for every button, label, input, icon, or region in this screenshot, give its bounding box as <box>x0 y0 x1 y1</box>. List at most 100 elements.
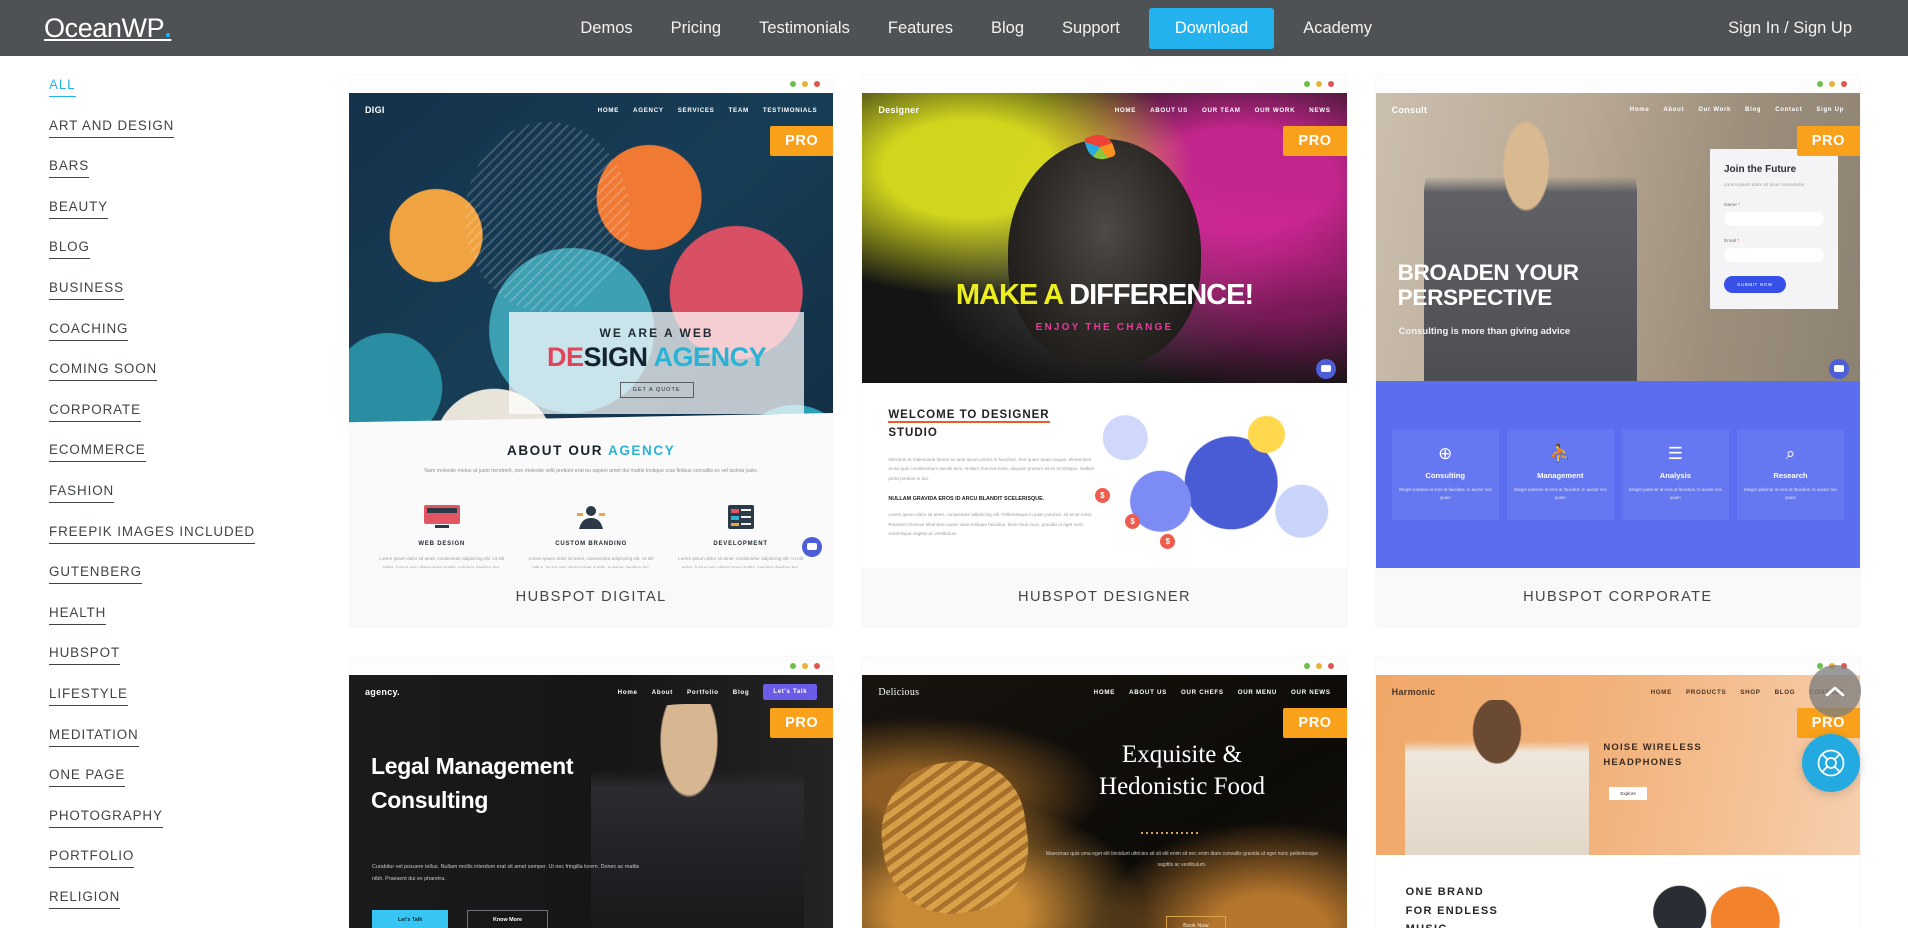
preview-menu-item: Home <box>617 688 638 696</box>
preview-headline-line1: Legal Management <box>371 753 574 780</box>
window-dot-green-icon <box>790 81 797 87</box>
window-dot-red-icon <box>814 663 821 669</box>
form-email-label: Email <box>1724 238 1736 244</box>
tile-name: Management <box>1537 470 1584 480</box>
sidebar-item-photography[interactable]: PHOTOGRAPHY <box>49 807 163 828</box>
demo-card-hubspot-digital[interactable]: DIGI HOME AGENCY SERVICES TEAM TESTIMONI… <box>349 75 834 627</box>
tile-text: Integer pulvinar at eros at faucibus. In… <box>1628 486 1722 500</box>
preview-feature-text: Lorem ipsum dolor sit amet, consectetur … <box>379 555 505 568</box>
preview-section-line1: ONE BRAND <box>1405 886 1484 898</box>
preview-headline-c: AGENCY <box>647 341 767 372</box>
preview-menu-item: BLOG <box>1774 688 1796 696</box>
scroll-to-top-button[interactable] <box>1809 665 1861 717</box>
preview-cta-button: GET A QUOTE <box>619 381 694 398</box>
sidebar-item-one-page[interactable]: ONE PAGE <box>49 766 126 788</box>
preview-section-line3: MUSIC <box>1406 923 1448 928</box>
preview-menu-item: AGENCY <box>633 106 664 114</box>
sidebar-item-blog[interactable]: BLOG <box>49 238 90 260</box>
preview-section-line2: FOR ENDLESS <box>1405 904 1499 917</box>
preview-headline-line2: PERSPECTIVE <box>1397 285 1553 311</box>
demo-preview-image: Delicious HOME ABOUT US OUR CHEFS OUR ME… <box>862 675 1347 928</box>
window-dot-green-icon <box>1303 81 1310 87</box>
browser-chrome-bar <box>349 75 834 93</box>
download-button[interactable]: Download <box>1148 7 1275 49</box>
nav-item-pricing[interactable]: Pricing <box>652 0 740 56</box>
sidebar-item-freepik-images-included[interactable]: FREEPIK IMAGES INCLUDED <box>49 523 255 544</box>
preview-paragraph: Maecenas quis urna eget elit tincidunt u… <box>1045 851 1319 868</box>
preview-headline-b: SIGN <box>583 341 649 372</box>
required-mark: * <box>1737 238 1740 244</box>
nav-item-support[interactable]: Support <box>1043 0 1139 56</box>
demo-card-delicious-restaurant[interactable]: Delicious HOME ABOUT US OUR CHEFS OUR ME… <box>862 657 1347 928</box>
preview-headline-a: DE <box>547 341 584 372</box>
sidebar-item-lifestyle[interactable]: LIFESTYLE <box>49 685 128 706</box>
sidebar-item-portfolio[interactable]: PORTFOLIO <box>49 847 135 869</box>
sidebar-item-gutenberg[interactable]: GUTENBERG <box>49 563 142 585</box>
preview-section-sub-text: Lorem ipsum dolor sit amet, consectetur … <box>888 511 1093 537</box>
preview-menu-item: HOME <box>597 106 620 114</box>
form-name-input <box>1724 211 1824 226</box>
preview-section-title-2: STUDIO <box>888 426 938 439</box>
sidebar-item-all[interactable]: ALL <box>49 76 76 97</box>
preview-section-title: WELCOME TO DESIGNER <box>888 409 1050 423</box>
nav-item-blog[interactable]: Blog <box>972 0 1043 56</box>
pro-badge: PRO <box>1283 708 1347 738</box>
preview-menu-item: TEAM <box>728 106 749 114</box>
nav-item-demos[interactable]: Demos <box>561 0 651 56</box>
preview-feature-icon <box>524 501 657 531</box>
sidebar-item-coming-soon[interactable]: COMING SOON <box>49 360 158 382</box>
nav-item-features[interactable]: Features <box>869 0 972 56</box>
nav-item-academy[interactable]: Academy <box>1284 0 1391 56</box>
preview-menu-item: Sign Up <box>1816 107 1844 113</box>
sidebar-item-religion[interactable]: RELIGION <box>49 888 121 909</box>
preview-menu-item: OUR NEWS <box>1291 688 1331 696</box>
sidebar-item-health[interactable]: HEALTH <box>49 604 107 625</box>
demo-card-legal-agency[interactable]: agency. Home About Portfolio Blog Let's … <box>349 657 834 928</box>
sidebar-item-business[interactable]: BUSINESS <box>49 279 124 300</box>
sidebar-item-hubspot[interactable]: HUBSPOT <box>49 644 121 666</box>
preview-headline-line2: Consulting <box>371 786 489 813</box>
site-logo[interactable]: OceanWP. <box>44 13 172 44</box>
sidebar-item-beauty[interactable]: BEAUTY <box>49 198 108 219</box>
demo-card-title: HUBSPOT DIGITAL <box>349 568 834 627</box>
sidebar-item-art-and-design[interactable]: ART AND DESIGN <box>49 117 175 138</box>
preview-brand: Consult <box>1391 105 1428 115</box>
chat-bubble-icon <box>1829 359 1849 379</box>
window-dot-green-icon <box>790 663 797 669</box>
sidebar-item-fashion[interactable]: FASHION <box>49 482 115 503</box>
sign-in-sign-up-link[interactable]: Sign In / Sign Up <box>1728 19 1864 38</box>
browser-chrome-bar <box>1375 75 1860 93</box>
preview-menu-item: About <box>1663 107 1685 113</box>
preview-feature-name: DEVELOPMENT <box>713 540 768 547</box>
demo-card-hubspot-designer[interactable]: Designer HOME ABOUT US OUR TEAM OUR WORK… <box>862 75 1347 627</box>
browser-chrome-bar <box>1375 657 1860 675</box>
preview-subheadline: ENJOY THE CHANGE <box>1035 322 1174 334</box>
sidebar-item-coaching[interactable]: COACHING <box>49 320 129 341</box>
window-dot-green-icon <box>1817 81 1823 87</box>
window-dot-red-icon <box>814 81 821 87</box>
nav-item-testimonials[interactable]: Testimonials <box>740 0 869 56</box>
preview-menu-item: OUR CHEFS <box>1180 688 1224 696</box>
sidebar-item-bars[interactable]: BARS <box>49 157 90 179</box>
preview-feature-name: WEB DESIGN <box>418 540 466 547</box>
preview-menu-item: TESTIMONIALS <box>762 106 818 114</box>
demo-card-hubspot-corporate[interactable]: Consult Home About Our Work Blog Contact… <box>1375 75 1860 627</box>
window-dot-yellow-icon <box>1315 81 1322 87</box>
tile-name: Analysis <box>1659 470 1691 480</box>
help-support-button[interactable] <box>1802 734 1860 792</box>
coin-icon: $ <box>1160 534 1176 550</box>
divider-dots <box>1141 831 1202 834</box>
sidebar-item-meditation[interactable]: MEDITATION <box>49 726 139 747</box>
preview-menu-item: HOME <box>1093 688 1116 696</box>
sidebar-item-ecommerce[interactable]: ECOMMERCE <box>49 441 146 463</box>
preview-brand: Designer <box>878 105 920 115</box>
window-dot-yellow-icon <box>802 81 809 87</box>
window-dot-red-icon <box>1841 81 1847 87</box>
demo-grid: DIGI HOME AGENCY SERVICES TEAM TESTIMONI… <box>349 56 1860 928</box>
window-dot-yellow-icon <box>1829 81 1835 87</box>
sidebar-item-corporate[interactable]: CORPORATE <box>49 401 141 422</box>
browser-chrome-bar <box>862 75 1347 93</box>
window-dot-red-icon <box>1327 81 1334 87</box>
demo-preview-image: Designer HOME ABOUT US OUR TEAM OUR WORK… <box>862 93 1347 568</box>
demo-card-headphones-store[interactable]: Harmonic HOME PRODUCTS SHOP BLOG CONTACT… <box>1375 657 1860 928</box>
